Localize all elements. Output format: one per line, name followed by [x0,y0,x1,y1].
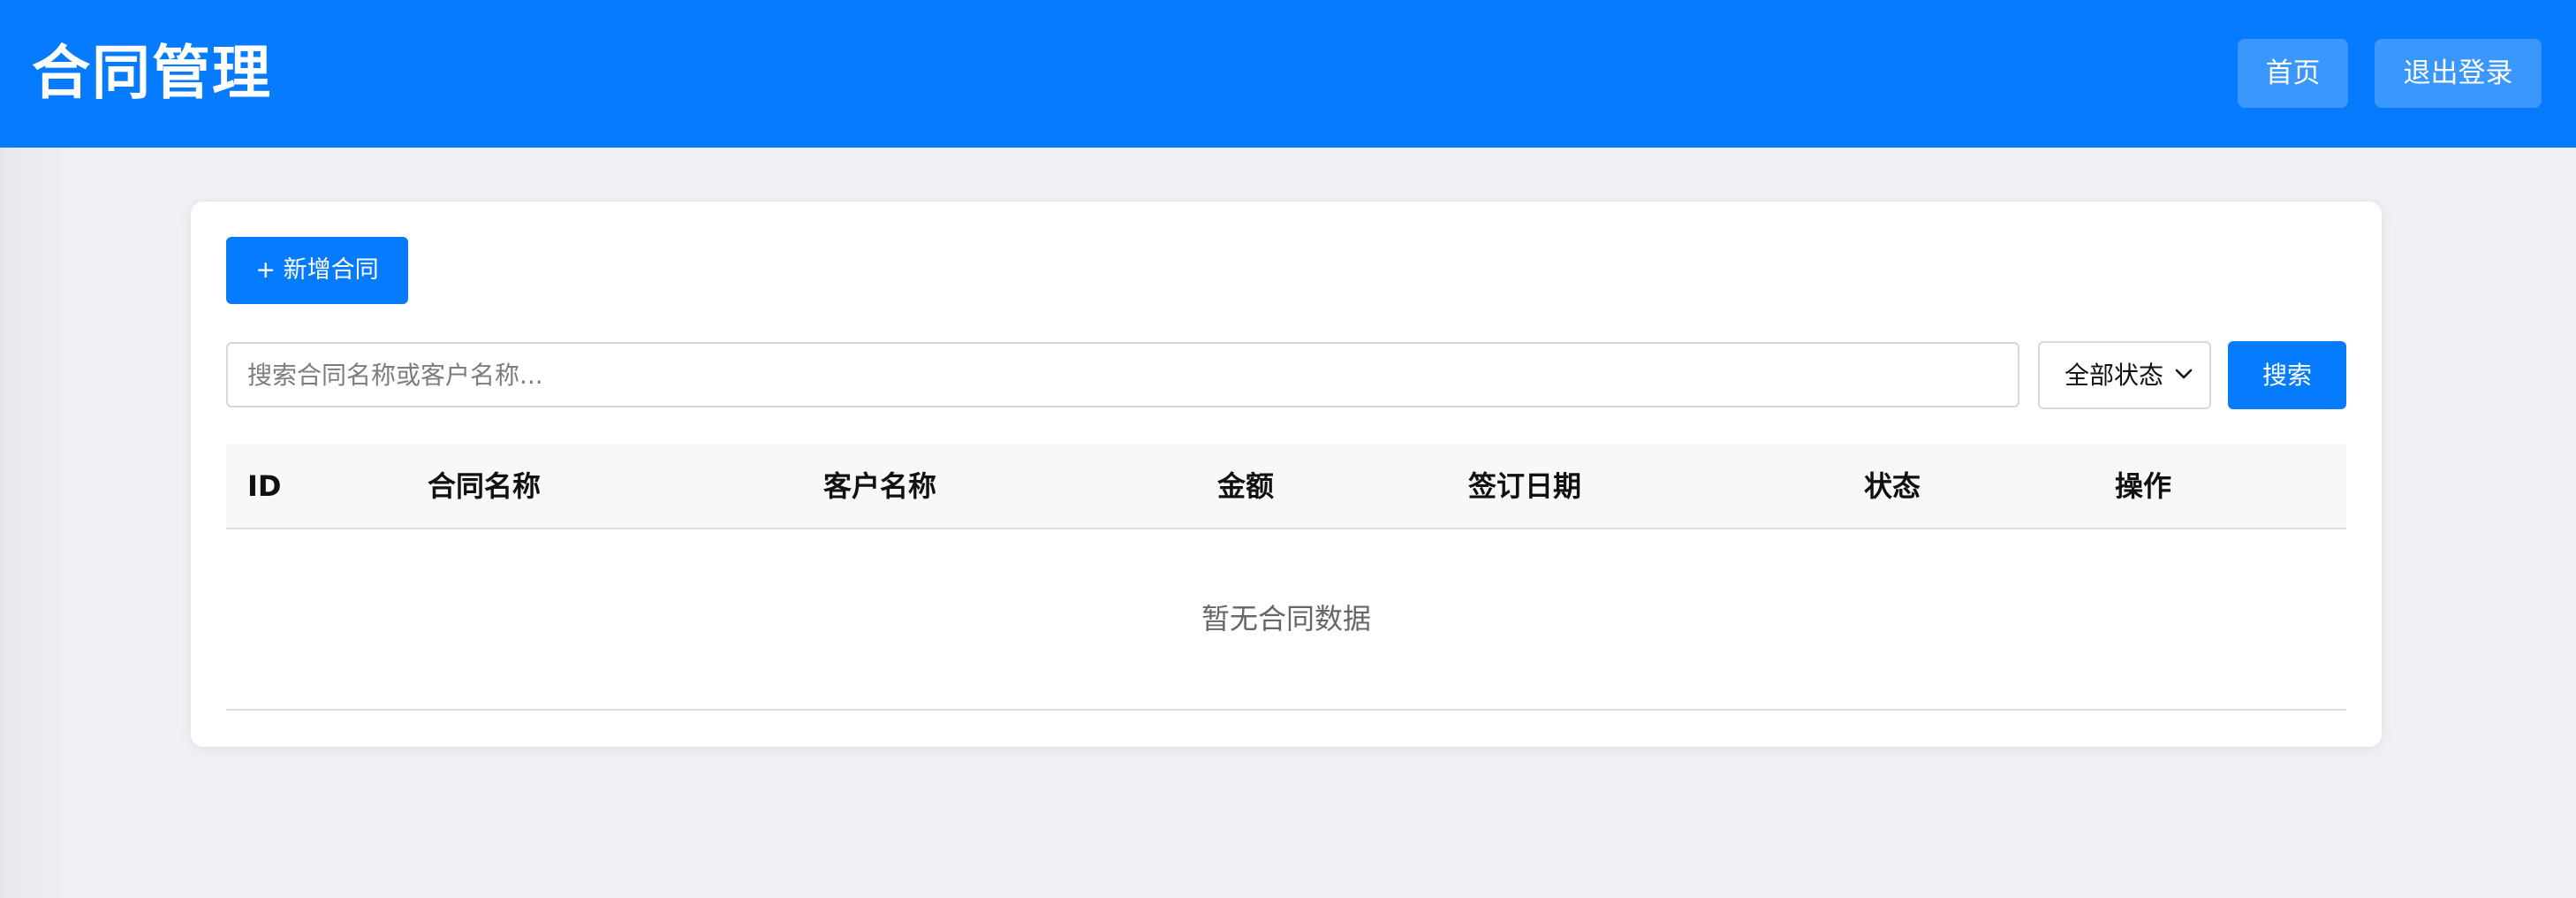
column-header-status: 状态 [1864,469,1921,503]
table-header-row: ID 合同名称 客户名称 金额 签订日期 状态 操作 [226,445,2346,529]
app-header: 合同管理 首页 退出登录 [0,0,2576,148]
status-filter-value: 全部状态 [2065,361,2164,390]
chevron-down-icon [2175,369,2193,379]
column-header-client-name: 客户名称 [823,469,937,503]
logout-button[interactable]: 退出登录 [2375,39,2542,108]
column-header-id: ID [247,469,282,503]
page-title: 合同管理 [32,39,272,107]
add-contract-button[interactable]: + 新增合同 [226,237,408,304]
column-header-actions: 操作 [2115,469,2172,503]
status-filter-select[interactable]: 全部状态 [2038,341,2211,409]
empty-state-text: 暂无合同数据 [1201,602,1371,635]
search-button[interactable]: 搜索 [2228,341,2346,409]
table-empty-row: 暂无合同数据 [226,529,2346,711]
column-header-sign-date: 签订日期 [1468,469,1582,503]
column-header-contract-name: 合同名称 [428,469,542,503]
page-edge-shade [0,148,80,898]
home-button[interactable]: 首页 [2238,39,2348,108]
contract-card: + 新增合同 全部状态 搜索 ID 合同名称 客户名称 金额 签订日期 状态 操… [191,202,2382,747]
search-input[interactable] [226,342,2019,407]
column-header-amount: 金额 [1217,469,1275,503]
